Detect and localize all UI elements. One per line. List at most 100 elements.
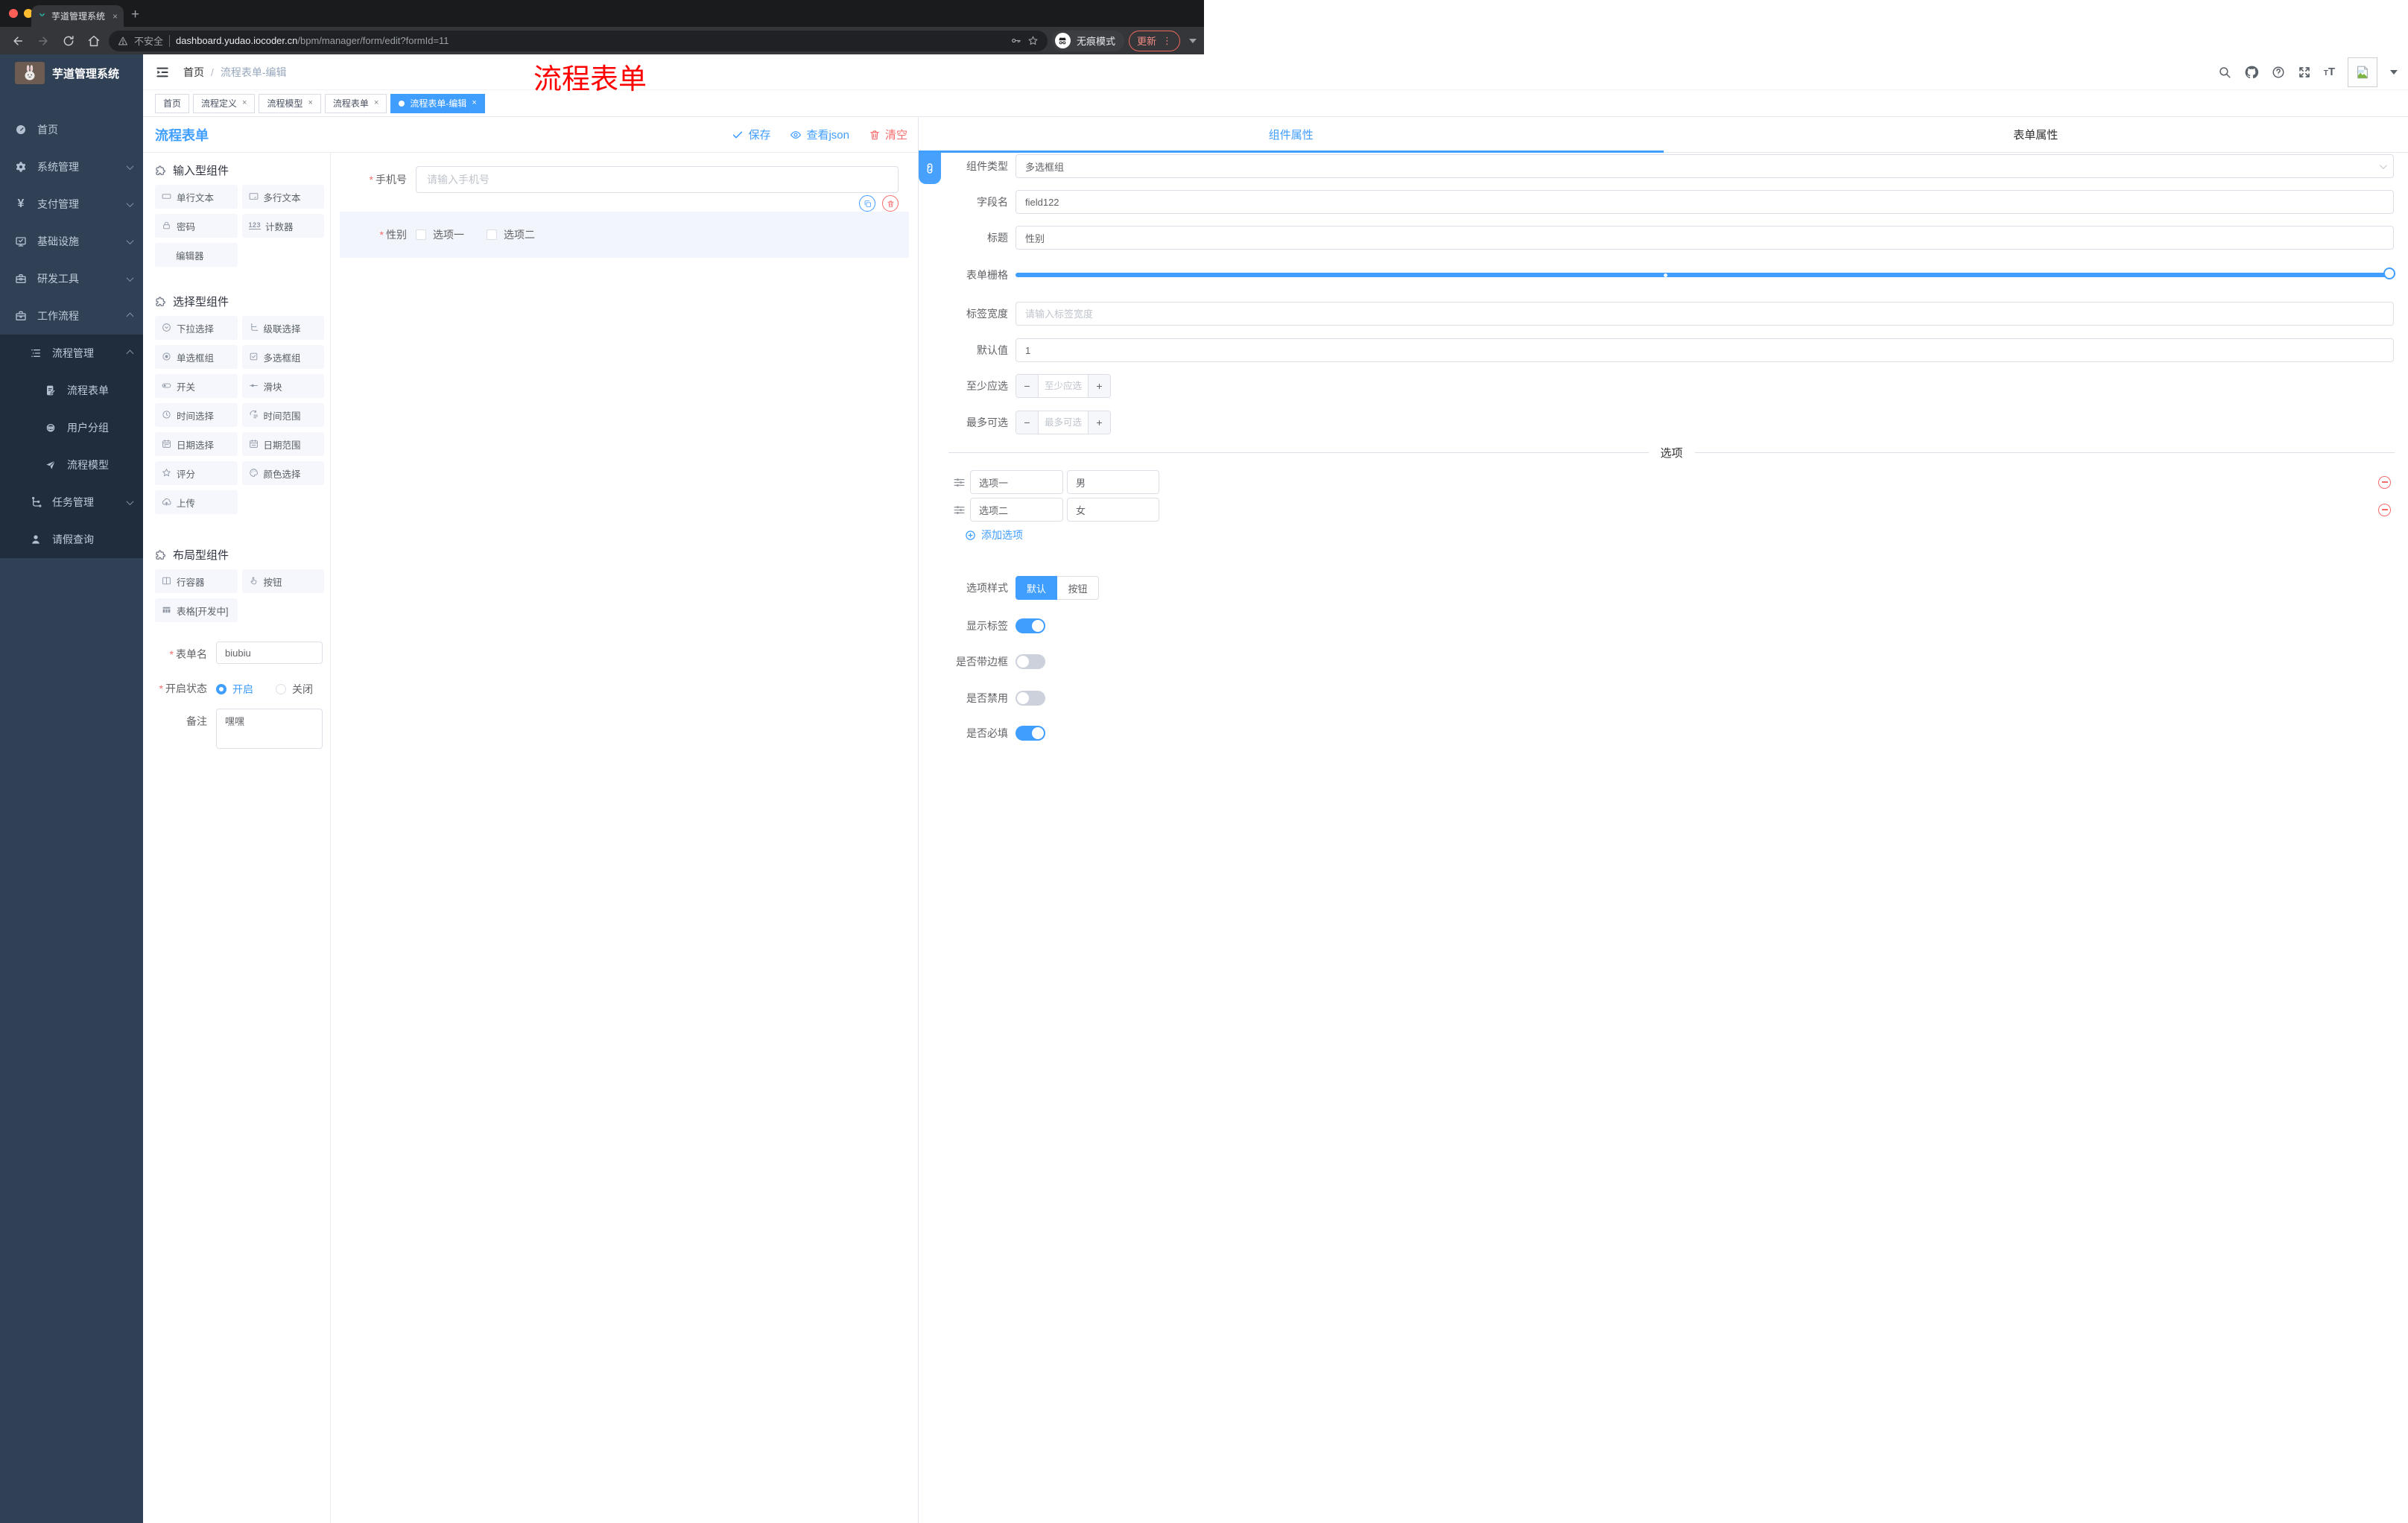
collapse-sidebar-icon[interactable] bbox=[155, 65, 170, 80]
browser-tab[interactable]: 芋道管理系统 × bbox=[31, 5, 124, 27]
checkbox-option-one[interactable] bbox=[416, 229, 426, 240]
form-name-input[interactable] bbox=[216, 642, 323, 664]
page-tab-process-form[interactable]: 流程表单 × bbox=[324, 93, 387, 113]
reload-icon[interactable] bbox=[62, 34, 75, 48]
label-width-input[interactable] bbox=[1016, 302, 2394, 326]
page-tab-home[interactable]: 首页 bbox=[155, 93, 190, 113]
tab-form-props[interactable]: 表单属性 bbox=[1664, 117, 2408, 152]
component-upload[interactable]: 上传 bbox=[155, 490, 238, 514]
component-counter[interactable]: 123 计数器 bbox=[241, 214, 324, 238]
component-radio-group[interactable]: 单选框组 bbox=[155, 345, 238, 369]
style-button-button[interactable]: 按钮 bbox=[1057, 576, 1099, 600]
search-icon[interactable] bbox=[2218, 66, 2231, 79]
component-password[interactable]: 密码 bbox=[155, 214, 238, 238]
disabled-toggle[interactable] bbox=[1016, 691, 1045, 706]
required-toggle[interactable] bbox=[1016, 726, 1045, 741]
save-button[interactable]: 保存 bbox=[732, 127, 770, 142]
view-json-button[interactable]: 查看json bbox=[790, 127, 849, 142]
slider-handle[interactable] bbox=[2383, 267, 2395, 279]
option1-label-input[interactable] bbox=[970, 470, 1063, 494]
tab-close-icon[interactable]: × bbox=[242, 99, 247, 107]
add-option-button[interactable]: 添加选项 bbox=[965, 528, 1023, 542]
drag-handle-icon[interactable] bbox=[953, 504, 966, 516]
sidebar-item-process-model[interactable]: 流程模型 bbox=[0, 446, 143, 484]
tab-close-icon[interactable]: × bbox=[374, 99, 378, 107]
remove-option-button[interactable] bbox=[2378, 503, 2391, 516]
component-time-picker[interactable]: 时间选择 bbox=[155, 403, 238, 427]
component-date-picker[interactable]: 日期选择 bbox=[155, 432, 238, 456]
home-icon[interactable] bbox=[87, 34, 101, 48]
fullscreen-icon[interactable] bbox=[2298, 66, 2311, 79]
link-tag-button[interactable] bbox=[919, 153, 941, 184]
font-size-icon[interactable]: TT bbox=[2324, 66, 2335, 78]
page-tab-process-form-edit[interactable]: 流程表单-编辑 × bbox=[390, 93, 485, 113]
title-input[interactable] bbox=[1016, 226, 2394, 250]
page-tab-process-def[interactable]: 流程定义 × bbox=[193, 93, 256, 113]
back-icon[interactable] bbox=[11, 34, 25, 48]
component-color-picker[interactable]: 颜色选择 bbox=[241, 461, 324, 485]
sidebar-item-payment[interactable]: ¥ 支付管理 bbox=[0, 186, 143, 223]
stepper-minus-button[interactable]: − bbox=[1016, 375, 1039, 397]
tab-close-icon[interactable]: × bbox=[113, 12, 118, 21]
sidebar-item-leave-query[interactable]: 请假查询 bbox=[0, 521, 143, 558]
component-checkbox-group[interactable]: 多选框组 bbox=[241, 345, 324, 369]
forward-icon[interactable] bbox=[37, 34, 50, 48]
sidebar-item-workflow[interactable]: 工作流程 bbox=[0, 297, 143, 335]
copy-widget-button[interactable] bbox=[859, 195, 875, 212]
form-canvas[interactable]: *手机号 *性别 选项一 选项二 bbox=[331, 153, 918, 1523]
breadcrumb-home[interactable]: 首页 bbox=[183, 65, 204, 80]
component-slider[interactable]: 滑块 bbox=[241, 374, 324, 398]
component-time-range[interactable]: 时间范围 bbox=[241, 403, 324, 427]
slider-track[interactable] bbox=[1016, 273, 2394, 277]
not-secure-warning-icon[interactable] bbox=[118, 36, 128, 46]
sidebar-item-process-form[interactable]: 流程表单 bbox=[0, 372, 143, 409]
password-key-icon[interactable] bbox=[1010, 35, 1021, 46]
component-single-line-text[interactable]: 单行文本 bbox=[155, 185, 238, 209]
radio-off-label[interactable]: 关闭 bbox=[292, 682, 313, 697]
option2-value-input[interactable] bbox=[1067, 498, 1159, 522]
sidebar-item-process-mgmt[interactable]: 流程管理 bbox=[0, 335, 143, 372]
component-row-container[interactable]: 行容器 bbox=[155, 569, 238, 593]
checkbox-option-two[interactable] bbox=[487, 229, 497, 240]
page-tab-process-model[interactable]: 流程模型 × bbox=[259, 93, 321, 113]
component-rate[interactable]: 评分 bbox=[155, 461, 238, 485]
option2-label-input[interactable] bbox=[970, 498, 1063, 522]
page-url[interactable]: dashboard.yudao.iocoder.cn/bpm/manager/f… bbox=[176, 35, 1004, 46]
github-icon[interactable] bbox=[2244, 65, 2259, 80]
sidebar-item-system[interactable]: 系统管理 bbox=[0, 148, 143, 186]
component-type-select[interactable]: 多选框组 bbox=[1016, 154, 2394, 178]
option1-value-input[interactable] bbox=[1067, 470, 1159, 494]
default-value-input[interactable] bbox=[1016, 338, 2394, 362]
canvas-phone-field[interactable]: * 手机号 bbox=[340, 166, 899, 193]
radio-on-label[interactable]: 开启 bbox=[232, 682, 253, 697]
component-select[interactable]: 下拉选择 bbox=[155, 316, 238, 340]
max-select-input[interactable] bbox=[1039, 411, 1088, 434]
close-window-button[interactable] bbox=[9, 9, 18, 18]
help-icon[interactable] bbox=[2272, 66, 2285, 79]
field-name-input[interactable] bbox=[1016, 190, 2394, 214]
component-switch[interactable]: 开关 bbox=[155, 374, 238, 398]
sidebar-item-infra[interactable]: 基础设施 bbox=[0, 223, 143, 260]
delete-widget-button[interactable] bbox=[882, 195, 899, 212]
phone-input[interactable] bbox=[416, 166, 899, 193]
drag-handle-icon[interactable] bbox=[953, 476, 966, 489]
stepper-minus-button[interactable]: − bbox=[1016, 411, 1039, 434]
component-multi-line-text[interactable]: 多行文本 bbox=[241, 185, 324, 209]
tab-close-icon[interactable]: × bbox=[472, 99, 476, 107]
component-button[interactable]: 按钮 bbox=[241, 569, 324, 593]
sidebar-item-task-mgmt[interactable]: 任务管理 bbox=[0, 484, 143, 521]
new-tab-button[interactable]: + bbox=[131, 7, 139, 22]
tab-close-icon[interactable]: × bbox=[308, 99, 312, 107]
canvas-gender-field-selected[interactable]: * 性别 选项一 选项二 bbox=[340, 212, 909, 258]
app-logo-row[interactable]: 芋道管理系统 bbox=[0, 54, 143, 92]
form-remark-textarea[interactable]: 嘿嘿 bbox=[216, 709, 323, 749]
avatar[interactable] bbox=[2348, 57, 2377, 87]
radio-off[interactable] bbox=[276, 684, 286, 694]
stepper-plus-button[interactable]: + bbox=[1088, 411, 1110, 434]
sidebar-item-devtools[interactable]: 研发工具 bbox=[0, 260, 143, 297]
stepper-plus-button[interactable]: + bbox=[1088, 375, 1110, 397]
remove-option-button[interactable] bbox=[2378, 475, 2391, 489]
bookmark-star-icon[interactable] bbox=[1027, 35, 1039, 46]
browser-update-button[interactable]: 更新 ⋮ bbox=[1128, 30, 1180, 51]
min-select-input[interactable] bbox=[1039, 375, 1088, 397]
